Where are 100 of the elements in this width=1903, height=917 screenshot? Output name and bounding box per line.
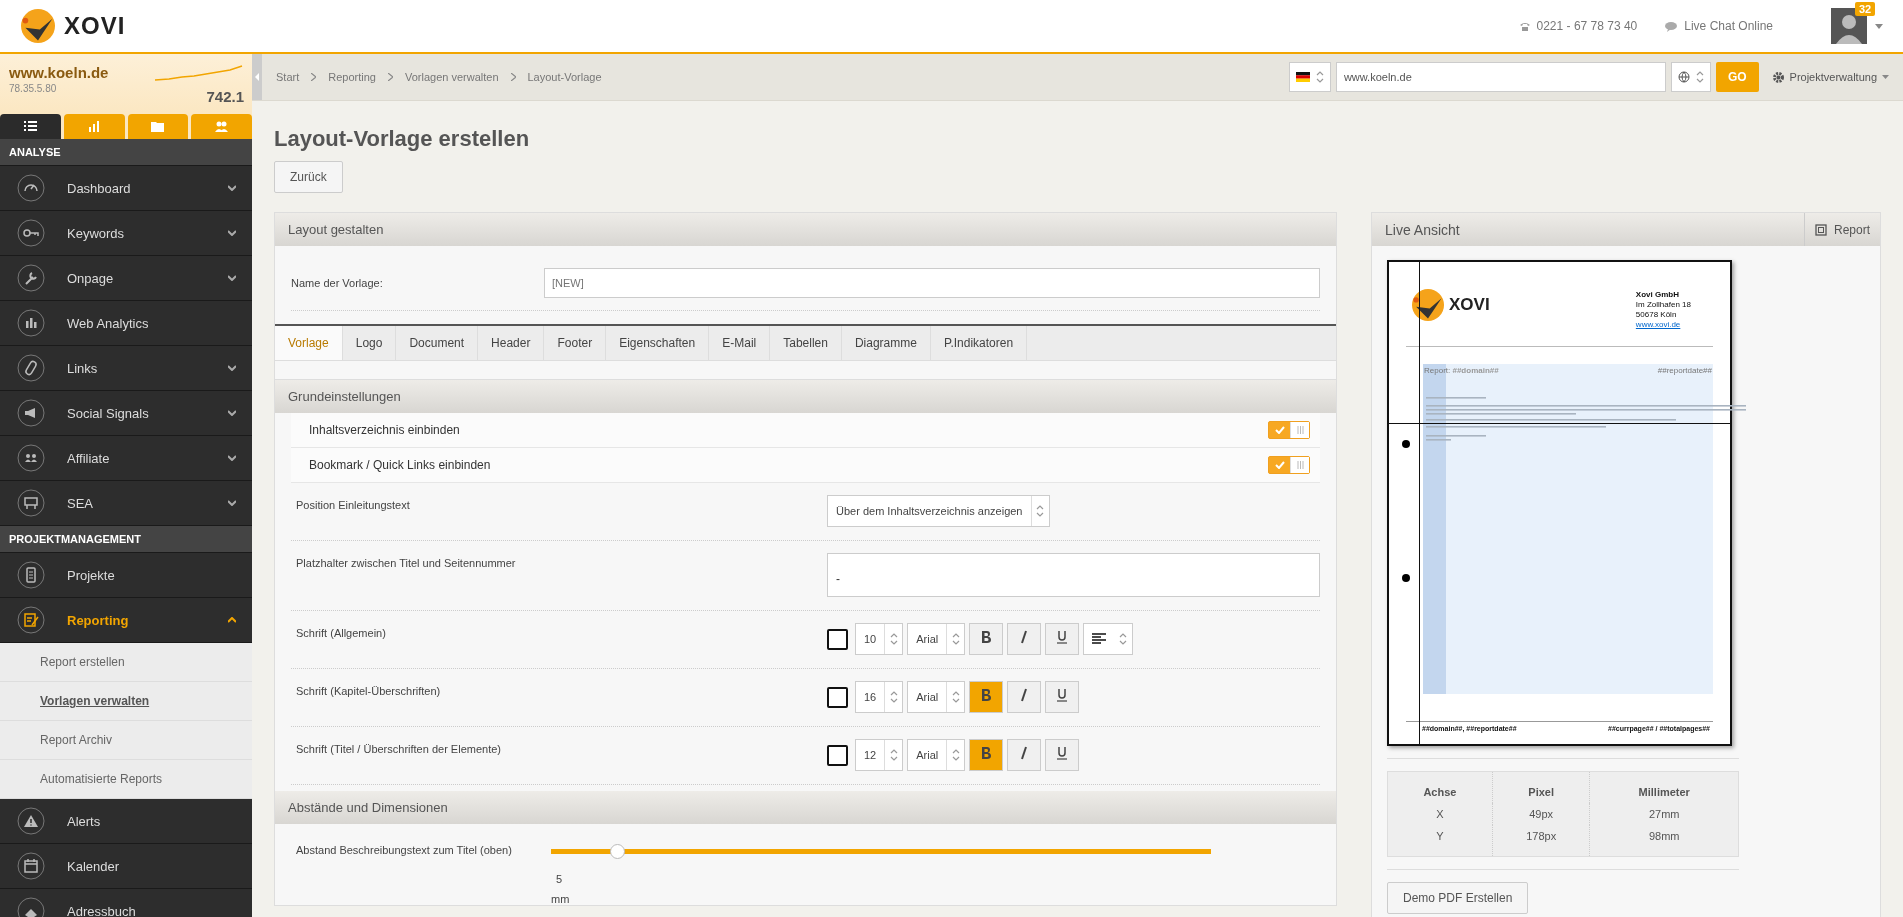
chevron-down-icon[interactable] [228, 410, 236, 416]
align-select[interactable] [1083, 623, 1134, 655]
book-icon [17, 897, 45, 917]
chevron-down-icon[interactable] [228, 365, 236, 371]
chevron-down-icon[interactable] [228, 500, 236, 506]
table-cell: X [1387, 803, 1493, 825]
field-label: Position Einleitungstext [296, 498, 411, 511]
bold-button[interactable] [969, 681, 1004, 713]
panel-header: Layout gestalten [275, 213, 1336, 246]
bold-button[interactable] [969, 739, 1004, 771]
address-line: Xovi GmbH [1635, 290, 1680, 300]
underline-icon [1056, 688, 1069, 702]
visibility-score: 742.1 [206, 88, 244, 105]
logo-icon [1411, 288, 1445, 322]
bold-icon [980, 688, 993, 702]
underline-button[interactable] [1045, 739, 1080, 771]
logo-icon [20, 8, 56, 44]
punch-mark [1402, 574, 1410, 582]
updown-icon [1315, 71, 1324, 83]
color-swatch[interactable] [827, 686, 848, 708]
project-menu-link[interactable]: Projektverwaltung [1789, 71, 1877, 83]
chat-link[interactable]: Live Chat Online [1684, 19, 1773, 33]
punch-mark [1402, 440, 1410, 448]
edit-icon [17, 606, 45, 634]
name-field[interactable]: [NEW] [544, 268, 1320, 298]
underline-button[interactable] [1045, 681, 1080, 713]
field-label: Name der Vorlage: [291, 277, 384, 289]
caret-icon[interactable] [1875, 23, 1883, 29]
ip-address: 78.35.5.80 [9, 83, 58, 94]
submenu-item[interactable]: Vorlagen verwalten [0, 682, 252, 721]
breadcrumb-link[interactable]: Start [276, 71, 300, 83]
font-select[interactable]: Arial [907, 681, 966, 713]
page-title: Layout-Vorlage erstellen [274, 126, 531, 152]
font-select[interactable]: Arial [907, 623, 966, 655]
chevron-up-icon[interactable] [228, 617, 236, 623]
toggle-switch[interactable] [1268, 456, 1310, 474]
column-header: Achse [1387, 771, 1493, 803]
section-header: ANALYSE [0, 139, 252, 166]
notification-badge: 32 [1855, 2, 1876, 16]
logo-text: XOVI [1449, 295, 1490, 315]
bar-chart-icon [17, 309, 45, 337]
chevron-right-icon [311, 73, 317, 81]
setting-label: Inhaltsverzeichnis einbinden [309, 423, 460, 437]
sidebar-tab[interactable] [0, 114, 61, 139]
sign-icon [17, 489, 45, 517]
table-cell: 178px [1492, 825, 1590, 857]
chevron-down-icon[interactable] [228, 455, 236, 461]
toggle-switch[interactable] [1268, 421, 1310, 439]
phone-icon [1518, 21, 1531, 31]
slider-thumb[interactable] [610, 844, 625, 859]
key-icon [17, 219, 45, 247]
website-link[interactable]: www.xovi.de [1635, 320, 1691, 330]
unit-label: mm [551, 893, 571, 905]
project-domain[interactable]: www.koeln.de [9, 64, 109, 81]
color-swatch[interactable] [827, 744, 848, 766]
tab[interactable]: Vorlage [275, 326, 343, 360]
position-select[interactable]: Über dem Inhaltsverzeichnis anzeigen [827, 495, 1050, 527]
table-cell: 27mm [1589, 803, 1739, 825]
check-icon [1274, 426, 1285, 434]
underline-button[interactable] [1045, 623, 1080, 655]
chevron-right-icon [510, 73, 516, 81]
size-select[interactable]: 10 [855, 623, 904, 655]
url-field[interactable]: www.koeln.de [1335, 62, 1666, 92]
breadcrumb-link[interactable]: Vorlagen verwalten [404, 71, 499, 83]
table-cell: 49px [1492, 803, 1590, 825]
bold-button[interactable] [969, 623, 1004, 655]
globe-icon [1677, 71, 1690, 83]
back-button[interactable]: Zurück [274, 161, 343, 193]
underline-icon [1056, 630, 1069, 644]
chevron-down-icon[interactable] [228, 185, 236, 191]
submenu-item[interactable]: Report erstellen [0, 643, 252, 682]
updown-icon [1036, 505, 1044, 517]
bold-icon [980, 630, 993, 644]
section-header: PROJEKTMANAGEMENT [0, 526, 252, 553]
submenu-item[interactable]: Report Archiv [0, 721, 252, 760]
table-cell: Y [1387, 825, 1493, 857]
section-header: Abstände und Dimensionen [275, 791, 1336, 824]
field-label: Platzhalter zwischen Titel und Seitennummer [296, 556, 517, 569]
report-title: Report: ##domain## [1424, 366, 1499, 375]
chevron-down-icon[interactable] [228, 275, 236, 281]
chevron-down-icon[interactable] [228, 230, 236, 236]
bar-chart-icon [87, 120, 101, 133]
demo-pdf-button[interactable]: Demo PDF Erstellen [1387, 882, 1529, 914]
gauge-icon [17, 174, 45, 202]
region-select[interactable] [1670, 62, 1711, 92]
table-cell: 98mm [1589, 825, 1739, 857]
field-label: Abstand Beschreibungstext zum Titel (oben) [296, 844, 513, 858]
breadcrumb-link[interactable]: Reporting [328, 71, 376, 83]
collapse-handle[interactable] [252, 54, 262, 100]
address-line: Im Zollhafen 18 [1635, 300, 1691, 310]
report-button[interactable]: Report [1803, 213, 1880, 246]
settings-icon [1771, 70, 1785, 84]
size-select[interactable]: 16 [855, 681, 904, 713]
font-select[interactable]: Arial [907, 739, 966, 771]
separator-field[interactable]: - [827, 553, 1320, 597]
field-label: Schrift (Titel / Überschriften der Elemente) [296, 742, 502, 755]
logo-text: XOVI [64, 12, 126, 40]
size-select[interactable]: 12 [855, 739, 904, 771]
color-swatch[interactable] [827, 628, 848, 650]
language-select[interactable] [1288, 62, 1331, 92]
